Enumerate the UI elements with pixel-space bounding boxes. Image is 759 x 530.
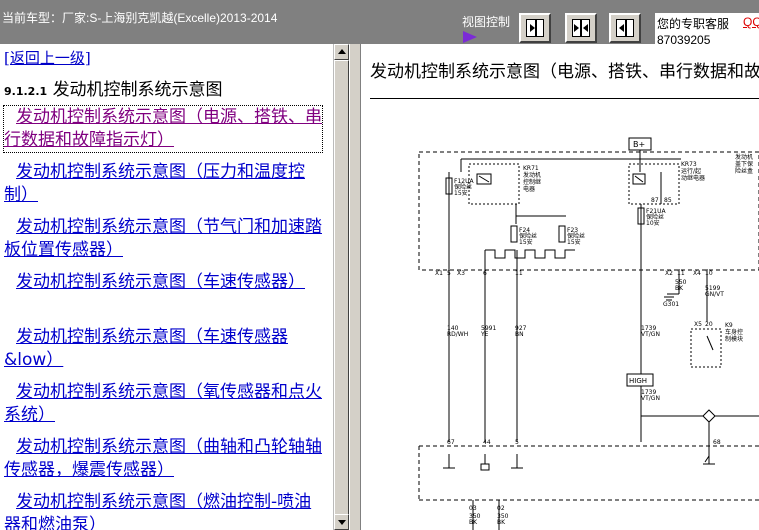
scroll-up-button[interactable] [334, 44, 349, 60]
view-control-label: 视图控制 [462, 15, 511, 29]
relay1-line2: 控制继 [523, 178, 541, 186]
k9-name: K9 [725, 322, 733, 329]
nav-link-fuel-injector-pump[interactable]: 发动机控制系统示意图（燃油控制-喷油器和燃油泵） [4, 491, 322, 530]
fuse-f23-rating: 15安 [567, 238, 581, 246]
scroll-thumb[interactable] [334, 60, 349, 515]
fuse-f21ua-rating: 10安 [646, 219, 660, 227]
pin-10: 10 [705, 270, 713, 277]
relay2-pin87: 87 [651, 197, 659, 204]
left-pane-only-button[interactable] [609, 13, 641, 43]
pin-x1: X1 [435, 270, 443, 277]
relay1-line1: 发动机 [523, 171, 541, 179]
play-triangle-icon[interactable] [463, 31, 477, 43]
content-pane: 发动机控制系统示意图（电源、搭铁、串行数据和故障指示灯） B+ KR71 发动机… [361, 44, 759, 530]
right-pane-only-button[interactable] [519, 13, 551, 43]
nav-link-crank-cam-knock[interactable]: 发动机控制系统示意图（曲轴和凸轮轴轴传感器，爆震传感器） [4, 436, 322, 482]
pin-03: 03 [469, 505, 477, 512]
wire-140-color: RD/WH [447, 331, 468, 338]
top-toolbar: 当前车型：厂家:S-上海别克凯越(Excelle)2013-2014 视图控制 … [0, 0, 759, 47]
k9-pin-20: 20 [705, 321, 713, 328]
section-heading: 9.1.2.1 发动机控制系统示意图 [4, 75, 223, 100]
nav-scrollbar[interactable] [333, 44, 349, 530]
wire-5199-color: GN/VT [705, 291, 724, 298]
navigation-pane: [返回上一级] 9.1.2.1 发动机控制系统示意图 发动机控制系统示意图（电源… [0, 44, 333, 530]
section-title: 发动机控制系统示意图 [52, 80, 223, 100]
frame-divider[interactable] [349, 44, 361, 530]
fuse-f24-rating: 15安 [519, 238, 533, 246]
pin-x2: X2 [665, 270, 673, 277]
relay2-name: KR73 [681, 161, 697, 168]
qq-link[interactable]: QQ [743, 15, 759, 29]
pin-11: 11 [515, 270, 523, 277]
pin-44: 44 [483, 439, 491, 446]
pin-5b: 5 [515, 439, 519, 446]
split-view-icon [572, 19, 590, 37]
pin-11b: 11 [677, 270, 685, 277]
section-number: 9.1.2.1 [4, 85, 48, 98]
wire-350b-color: BK [497, 519, 506, 526]
fusebox-label-2: 盖下保 [735, 160, 753, 168]
pin-x3: X3 [457, 270, 465, 277]
back-link[interactable]: [返回上一级] [4, 47, 91, 68]
wire-550-color: BK [675, 285, 684, 292]
scroll-down-button[interactable] [334, 514, 349, 530]
pin-68: 68 [713, 439, 721, 446]
k9-line2: 制模块 [725, 335, 743, 343]
relay2-line2: 动继电器 [681, 174, 705, 182]
k9-line1: 车身控 [725, 328, 743, 336]
customer-service-label: 您的专职客服 [657, 17, 730, 31]
nav-link-throttle-pedal[interactable]: 发动机控制系统示意图（节气门和加速踏板位置传感器） [4, 216, 322, 262]
pin-02: 02 [497, 505, 505, 512]
fusebox-label-3: 险丝盒 [735, 167, 753, 175]
pin-67: 67 [447, 439, 455, 446]
fuse-f12ua-rating: 15安 [454, 189, 468, 197]
wire-350a-color: BK [469, 519, 478, 526]
nav-link-pressure-temp[interactable]: 发动机控制系统示意图（压力和温度控制） [4, 161, 322, 207]
high-label: HIGH [629, 377, 647, 385]
nav-link-vehicle-speed-low[interactable]: 发动机控制系统示意图（车速传感器&low） [4, 326, 322, 372]
relay1-line3: 电器 [523, 185, 535, 193]
relay2-line1: 运行/起 [681, 167, 701, 175]
nav-link-o2-ignition[interactable]: 发动机控制系统示意图（氧传感器和点火系统） [4, 381, 322, 427]
relay2-pin85: 85 [664, 197, 672, 204]
bplus-label: B+ [633, 140, 645, 149]
wire-5991-color: YE [480, 331, 489, 338]
wiring-diagram: B+ KR71 发动机 控制继 电器 F12UA 保险丝 15安 KR73 运行… [418, 137, 759, 530]
nav-link-vehicle-speed[interactable]: 发动机控制系统示意图（车速传感器） [4, 271, 322, 294]
left-pane-icon [616, 19, 634, 37]
wire-927-color: BN [515, 331, 524, 338]
split-view-button[interactable] [565, 13, 597, 43]
current-car-model: 当前车型：厂家:S-上海别克凯越(Excelle)2013-2014 [2, 11, 278, 25]
right-pane-icon [526, 19, 544, 37]
pin-x4: X4 [693, 270, 701, 277]
k9-conn-x5: X5 [694, 321, 702, 328]
wire-1739b-color: VT/GN [641, 395, 660, 402]
nav-link-power-ground[interactable]: 发动机控制系统示意图（电源、搭铁、串行数据和故障指示灯） [3, 105, 323, 153]
fusebox-label-1: 发动机 [735, 153, 753, 161]
wire-1739a-color: VT/GN [641, 331, 660, 338]
arrow-down-icon [338, 520, 346, 525]
arrow-up-icon [338, 49, 346, 54]
ground-g301: G301 [663, 301, 679, 308]
relay1-name: KR71 [523, 165, 539, 172]
customer-service-box: 您的专职客服 QQ 87039205 [655, 13, 759, 47]
